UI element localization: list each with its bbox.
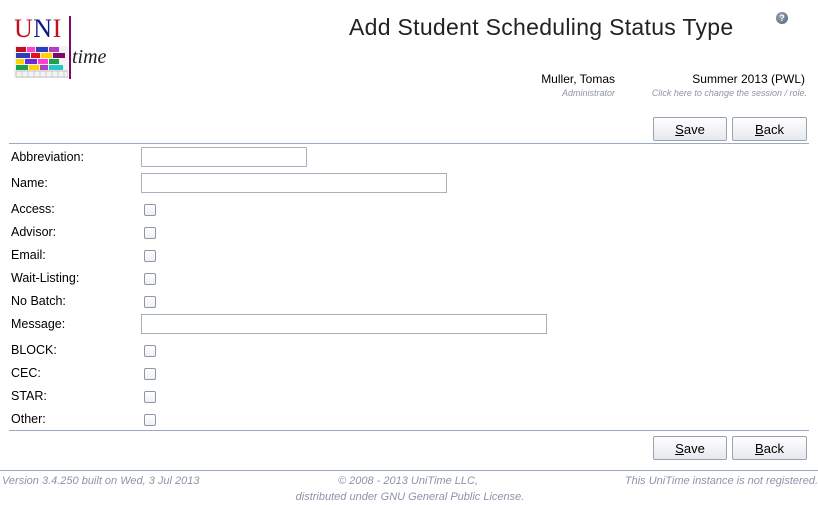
back-label-rest: ack: [763, 441, 784, 456]
footer-registration[interactable]: This UniTime instance is not registered.: [560, 475, 818, 487]
save-accel: S: [675, 122, 684, 137]
message-input[interactable]: [141, 314, 547, 334]
cec-label: CEC:: [11, 366, 41, 380]
name-input[interactable]: [141, 173, 447, 193]
user-role: Administrator: [561, 88, 615, 98]
back-label-rest: ack: [763, 122, 784, 137]
logo-grid-icon: [14, 46, 68, 78]
footer-version: Version 3.4.250 built on Wed, 3 Jul 2013: [2, 475, 200, 487]
save-button-top[interactable]: Save: [653, 117, 727, 141]
page-title: Add Student Scheduling Status Type: [349, 14, 734, 40]
abbreviation-input[interactable]: [141, 147, 307, 167]
name-label: Name:: [11, 176, 48, 190]
user-name[interactable]: Muller, Tomas: [531, 72, 615, 86]
footer-copyright[interactable]: © 2008 - 2013 UniTime LLC,: [288, 475, 528, 487]
waitlisting-label: Wait-Listing:: [11, 271, 80, 285]
save-label-rest: ave: [683, 441, 705, 456]
email-checkbox[interactable]: [144, 250, 156, 262]
star-label: STAR:: [11, 389, 47, 403]
save-accel: S: [675, 441, 684, 456]
bottom-separator: [9, 430, 809, 431]
cec-checkbox[interactable]: [144, 368, 156, 380]
advisor-checkbox[interactable]: [144, 227, 156, 239]
back-button-bottom[interactable]: Back: [732, 436, 807, 460]
logo-time-text: time: [72, 46, 107, 68]
unitime-logo[interactable]: UNI time: [12, 14, 122, 80]
footer-license[interactable]: distributed under GNU General Public Lic…: [260, 491, 560, 503]
back-accel: B: [755, 122, 764, 137]
save-button-bottom[interactable]: Save: [653, 436, 727, 460]
save-label-rest: ave: [683, 122, 705, 137]
help-question-icon[interactable]: ?: [776, 12, 788, 24]
nobatch-checkbox[interactable]: [144, 296, 156, 308]
block-checkbox[interactable]: [144, 345, 156, 357]
logo-divider: [69, 16, 71, 79]
abbreviation-label: Abbreviation:: [11, 150, 84, 164]
other-label: Other:: [11, 412, 46, 426]
back-accel: B: [755, 441, 764, 456]
star-checkbox[interactable]: [144, 391, 156, 403]
session-name[interactable]: Summer 2013 (PWL): [642, 72, 805, 86]
access-label: Access:: [11, 202, 55, 216]
nobatch-label: No Batch:: [11, 294, 66, 308]
other-checkbox[interactable]: [144, 414, 156, 426]
waitlisting-checkbox[interactable]: [144, 273, 156, 285]
back-button-top[interactable]: Back: [732, 117, 807, 141]
footer-separator: [0, 470, 818, 471]
logo-uni-text: UNI: [14, 14, 62, 43]
block-label: BLOCK:: [11, 343, 57, 357]
message-label: Message:: [11, 317, 66, 331]
top-separator: [9, 143, 809, 144]
advisor-label: Advisor:: [11, 225, 57, 239]
session-change-hint[interactable]: Click here to change the session / role.: [640, 88, 807, 98]
email-label: Email:: [11, 248, 46, 262]
access-checkbox[interactable]: [144, 204, 156, 216]
